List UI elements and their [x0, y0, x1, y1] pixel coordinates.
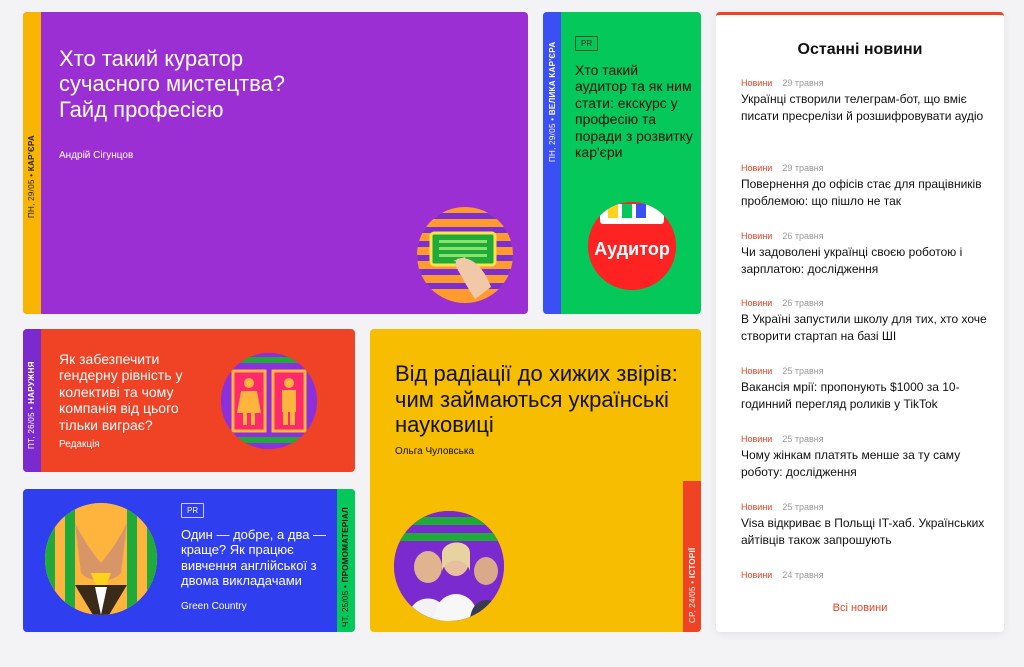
- card-meta: ЧТ, 25/05 • ПРОМОМАТЕРІАЛ: [341, 507, 350, 627]
- news-date: 25 травня: [782, 502, 824, 512]
- card-author[interactable]: Ольга Чуловська: [395, 446, 474, 457]
- news-meta: Новини 25 травня: [741, 366, 991, 376]
- card-title[interactable]: Від радіації до хижих звірів: чим займаю…: [395, 361, 685, 438]
- news-title[interactable]: Чи задоволені українці своєю роботою і з…: [741, 244, 991, 277]
- news-category[interactable]: Новини: [741, 231, 772, 241]
- card-date: СР, 24/05: [688, 586, 697, 623]
- news-heading: Останні новини: [797, 41, 923, 58]
- article-card-curator[interactable]: ПН, 29/05 • КАР'ЄРА Хто такий куратор су…: [23, 12, 528, 314]
- card-date: ПН, 29/05: [27, 179, 36, 218]
- news-category[interactable]: Новини: [741, 163, 772, 173]
- card-title[interactable]: Один — добре, а два — краще? Як працює в…: [181, 527, 333, 588]
- card-category[interactable]: НАРУЖНЯ: [27, 361, 36, 404]
- news-item[interactable]: Новини 25 травня Вакансія мрії: пропонуют…: [741, 366, 991, 412]
- news-meta: Новини 25 травня: [741, 434, 991, 444]
- card-category[interactable]: ВЕЛИКА КАР'ЄРА: [548, 42, 557, 116]
- article-card-women-scientists[interactable]: СР, 24/05 • ІСТОРІЇ Від радіації до хижи…: [370, 329, 701, 632]
- article-card-gender-equality[interactable]: ПТ, 26/05 • НАРУЖНЯ Як забезпечити генде…: [23, 329, 355, 472]
- news-item[interactable]: Новини 25 травня Visa відкриває в Польщі …: [741, 502, 991, 548]
- news-category[interactable]: Новини: [741, 434, 772, 444]
- news-date: 24 травня: [782, 570, 824, 580]
- news-meta: Новини 29 травня: [741, 163, 991, 173]
- card-author[interactable]: Green Country: [181, 601, 247, 612]
- card-author[interactable]: Андрій Сігунцов: [59, 150, 133, 161]
- pr-badge: PR: [575, 36, 599, 51]
- news-title[interactable]: В Україні запустили школу для тих, хто х…: [741, 311, 991, 344]
- card-category[interactable]: ПРОМОМАТЕРІАЛ: [341, 507, 350, 582]
- news-meta: Новини 24 травня: [741, 570, 991, 580]
- news-title[interactable]: Повернення до офісів стає для працівникі…: [741, 176, 991, 209]
- card-title[interactable]: Як забезпечити гендерну рівність у колек…: [59, 351, 201, 433]
- news-date: 29 травня: [782, 163, 824, 173]
- news-category[interactable]: Новини: [741, 502, 772, 512]
- card-date: ПН, 29/05: [548, 123, 557, 162]
- news-meta: Новини 26 травня: [741, 231, 991, 241]
- news-item[interactable]: Новини 25 травня Чому жінкам платять менш…: [741, 434, 991, 480]
- card-illustration: [394, 511, 504, 621]
- all-news-link[interactable]: Всі новини: [716, 602, 1004, 614]
- card-meta: ПТ, 26/05 • НАРУЖНЯ: [27, 361, 36, 449]
- article-card-auditor[interactable]: ПН, 29/05 • ВЕЛИКА КАР'ЄРА PR Хто такий …: [543, 12, 701, 314]
- news-date: 25 травня: [782, 366, 824, 376]
- card-meta: ПН, 29/05 • КАР'ЄРА: [27, 135, 36, 218]
- auditor-label: Аудитор: [594, 239, 670, 259]
- card-date: ПТ, 26/05: [27, 412, 36, 449]
- card-illustration: [417, 207, 513, 303]
- card-date: ЧТ, 25/05: [341, 590, 350, 628]
- card-illustration: [221, 353, 317, 449]
- news-item[interactable]: Новини 29 травня Повернення до офісів ста…: [741, 163, 991, 209]
- news-meta: Новини 29 травня: [741, 78, 991, 88]
- card-title[interactable]: Хто такий аудитор та як ним стати: екску…: [575, 62, 693, 160]
- news-category[interactable]: Новини: [741, 298, 772, 308]
- news-title[interactable]: Українці створили телеграм-бот, що вміє …: [741, 91, 991, 124]
- card-category[interactable]: КАР'ЄРА: [27, 135, 36, 171]
- news-category[interactable]: Новини: [741, 78, 772, 88]
- news-meta: Новини 26 травня: [741, 298, 991, 308]
- card-author[interactable]: Редакція: [59, 439, 100, 450]
- card-meta: ПН, 29/05 • ВЕЛИКА КАР'ЄРА: [548, 41, 557, 162]
- card-illustration: Аудитор: [588, 202, 676, 290]
- news-item[interactable]: Новини 29 травня Українці створили телегр…: [741, 78, 991, 124]
- news-item[interactable]: Новини 26 травня В Україні запустили школ…: [741, 298, 991, 344]
- card-category[interactable]: ІСТОРІЇ: [688, 547, 697, 578]
- news-title[interactable]: Вакансія мрії: пропонують $1000 за 10-го…: [741, 379, 991, 412]
- news-item[interactable]: Новини 24 травня: [741, 570, 991, 583]
- news-date: 25 травня: [782, 434, 824, 444]
- news-title[interactable]: Чому жінкам платять менше за ту саму роб…: [741, 447, 991, 480]
- news-category[interactable]: Новини: [741, 570, 772, 580]
- card-illustration: [45, 503, 157, 615]
- news-item[interactable]: Новини 26 травня Чи задоволені українці с…: [741, 231, 991, 277]
- article-card-english-teachers[interactable]: ЧТ, 25/05 • ПРОМОМАТЕРІАЛ PR Один — добр…: [23, 489, 355, 632]
- news-meta: Новини 25 травня: [741, 502, 991, 512]
- news-date: 26 травня: [782, 231, 824, 241]
- news-date: 29 травня: [782, 78, 824, 88]
- news-date: 26 травня: [782, 298, 824, 308]
- latest-news-panel: Останні новини Новини 29 травня Українці …: [716, 12, 1004, 632]
- news-title[interactable]: Visa відкриває в Польщі IT-хаб. Українсь…: [741, 515, 991, 548]
- pr-badge: PR: [181, 503, 205, 518]
- card-meta: СР, 24/05 • ІСТОРІЇ: [688, 547, 697, 623]
- card-title[interactable]: Хто такий куратор сучасного мистецтва? Г…: [59, 46, 319, 122]
- news-category[interactable]: Новини: [741, 366, 772, 376]
